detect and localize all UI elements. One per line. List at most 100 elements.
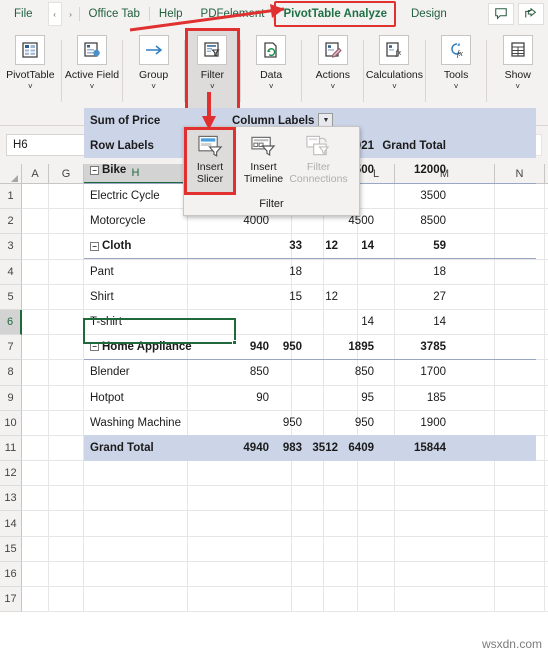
ribbon-button-calculations[interactable]: fx Calculations ˅ xyxy=(364,28,425,116)
grid-cell[interactable] xyxy=(49,486,84,512)
pivot-row[interactable]: Blender 850 850 1700 xyxy=(84,360,536,385)
menu-item-insert-timeline[interactable]: Insert Timeline xyxy=(236,127,291,195)
grid-cell[interactable] xyxy=(22,536,49,562)
ribbon-button-pivottable[interactable]: PivotTable ˅ xyxy=(0,28,61,116)
grid-cell[interactable] xyxy=(358,561,395,587)
tab-office-tab[interactable]: Office Tab xyxy=(80,1,149,27)
row-header-12[interactable]: 12 xyxy=(0,461,22,487)
chevron-down-icon[interactable]: ˅ xyxy=(454,82,459,92)
row-header-17[interactable]: 17 xyxy=(0,587,22,613)
grid-cell[interactable] xyxy=(22,259,49,285)
grid-cell[interactable] xyxy=(49,587,84,613)
chevron-down-icon[interactable]: ˅ xyxy=(515,82,520,92)
row-header-16[interactable]: 16 xyxy=(0,561,22,587)
grid-cell[interactable] xyxy=(22,461,49,487)
chevron-down-icon[interactable]: ˅ xyxy=(90,82,95,92)
row-header-14[interactable]: 14 xyxy=(0,511,22,537)
tab-scroll-left-icon[interactable]: ‹ xyxy=(47,2,62,26)
ribbon-button-tools[interactable]: fx Tools ˅ xyxy=(426,28,487,116)
row-header-9[interactable]: 9 xyxy=(0,385,22,411)
ribbon-button-show[interactable]: Show ˅ xyxy=(487,28,548,116)
chevron-down-icon[interactable]: ˅ xyxy=(28,82,33,92)
grid-cell[interactable] xyxy=(395,536,495,562)
grid-cell[interactable] xyxy=(22,309,49,336)
grid-cell[interactable] xyxy=(188,486,292,512)
grid-cell[interactable] xyxy=(495,486,545,512)
grid-cell[interactable] xyxy=(22,360,49,386)
row-header-2[interactable]: 2 xyxy=(0,209,22,235)
tab-design[interactable]: Design xyxy=(402,1,456,27)
ribbon-button-group[interactable]: Group ˅ xyxy=(123,28,184,116)
grid-cell[interactable] xyxy=(22,184,49,210)
grid-cell[interactable] xyxy=(324,511,358,537)
grid-cell[interactable] xyxy=(292,511,324,537)
grid-cell[interactable] xyxy=(495,587,545,613)
grid-cell[interactable] xyxy=(292,486,324,512)
row-header-13[interactable]: 13 xyxy=(0,486,22,512)
grid-cell[interactable] xyxy=(292,561,324,587)
tab-help[interactable]: Help xyxy=(150,1,192,27)
chevron-down-icon[interactable]: ˅ xyxy=(392,82,397,92)
grid-cell[interactable] xyxy=(324,587,358,613)
ribbon-button-actions[interactable]: Actions ˅ xyxy=(302,28,363,116)
chevron-down-icon[interactable]: ˅ xyxy=(151,82,156,92)
grid-cell[interactable] xyxy=(84,536,188,562)
tab-pivottable-analyze[interactable]: PivotTable Analyze xyxy=(274,1,396,27)
grid-cell[interactable] xyxy=(22,435,49,462)
grid-cell[interactable] xyxy=(84,561,188,587)
grid-cell[interactable] xyxy=(49,461,84,487)
grid-cell[interactable] xyxy=(188,561,292,587)
grid-cell[interactable] xyxy=(22,284,49,310)
grid-cell[interactable] xyxy=(358,587,395,613)
pivot-row[interactable]: − Home Appliance 940 950 1895 3785 xyxy=(84,335,536,360)
pivot-row[interactable]: Hotpot 90 95 185 xyxy=(84,385,536,410)
column-header-a[interactable]: A xyxy=(22,164,49,184)
row-header-6[interactable]: 6 xyxy=(0,309,22,336)
grid-cell[interactable] xyxy=(49,234,84,260)
grid-cell[interactable] xyxy=(49,284,84,310)
share-icon[interactable] xyxy=(518,3,544,25)
grid-cell[interactable] xyxy=(395,486,495,512)
column-header-g[interactable]: G xyxy=(49,164,84,184)
grid-cell[interactable] xyxy=(84,461,188,487)
row-header-1[interactable]: 1 xyxy=(0,184,22,210)
grid-cell[interactable] xyxy=(49,536,84,562)
grid-cell[interactable] xyxy=(292,461,324,487)
grid-cell[interactable] xyxy=(324,561,358,587)
grid-cell[interactable] xyxy=(22,234,49,260)
tab-scroll-right-icon[interactable]: › xyxy=(64,2,78,26)
menu-item-insert-slicer[interactable]: Insert Slicer xyxy=(184,127,236,195)
grid-cell[interactable] xyxy=(495,511,545,537)
grid-cell[interactable] xyxy=(324,536,358,562)
ribbon-button-filter[interactable]: Filter ˅ xyxy=(184,28,240,120)
grid-cell[interactable] xyxy=(22,587,49,613)
grid-cell[interactable] xyxy=(188,587,292,613)
grid-cell[interactable] xyxy=(84,486,188,512)
grid-cell[interactable] xyxy=(49,435,84,462)
grid-cell[interactable] xyxy=(84,511,188,537)
pivot-row[interactable]: Shirt 15 12 27 xyxy=(84,284,536,309)
grid-cell[interactable] xyxy=(324,461,358,487)
grid-cell[interactable] xyxy=(49,259,84,285)
ribbon-button-data[interactable]: Data ˅ xyxy=(241,28,302,116)
chevron-down-icon[interactable]: ˅ xyxy=(210,82,215,92)
grid-cell[interactable] xyxy=(495,536,545,562)
tab-pdfelement[interactable]: PDFelement xyxy=(192,1,274,27)
grid-cell[interactable] xyxy=(188,511,292,537)
chevron-down-icon[interactable]: ˅ xyxy=(269,82,274,92)
collapse-expander-icon[interactable]: − xyxy=(90,241,99,251)
grid-cell[interactable] xyxy=(188,536,292,562)
grid-cell[interactable] xyxy=(22,385,49,411)
grid-cell[interactable] xyxy=(495,461,545,487)
grid-cell[interactable] xyxy=(358,461,395,487)
grid-cell[interactable] xyxy=(324,486,358,512)
grid-cell[interactable] xyxy=(395,587,495,613)
grid-cell[interactable] xyxy=(358,511,395,537)
row-header-11[interactable]: 11 xyxy=(0,435,22,462)
pivot-row[interactable]: Washing Machine 950 950 1900 xyxy=(84,410,536,435)
grid-cell[interactable] xyxy=(49,335,84,361)
grid-cell[interactable] xyxy=(22,410,49,436)
grid-cell[interactable] xyxy=(358,486,395,512)
grid-cell[interactable] xyxy=(188,461,292,487)
grid-cell[interactable] xyxy=(292,587,324,613)
